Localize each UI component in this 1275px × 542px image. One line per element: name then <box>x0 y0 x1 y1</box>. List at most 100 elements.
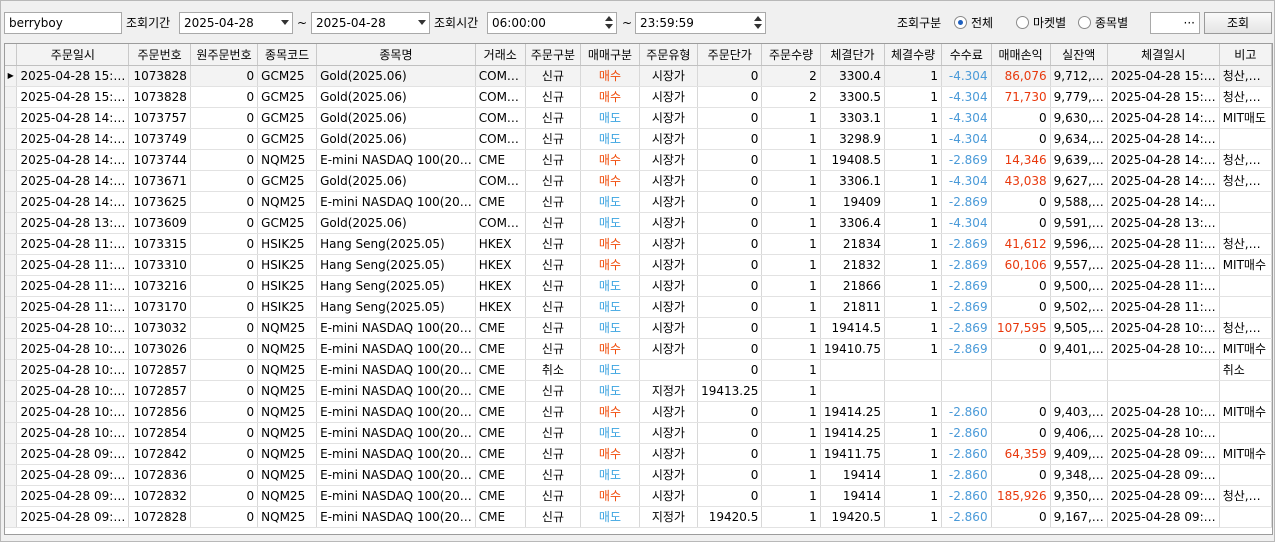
cell-order-type[interactable]: 시장가 <box>639 86 699 108</box>
cell-fee[interactable]: -2.869 <box>941 254 992 276</box>
cell-name[interactable]: Hang Seng(2025.05) <box>316 233 476 255</box>
table-row[interactable]: 2025-04-28 15:… 1073828 0 GCM25 Gold(2025.06… <box>5 86 1272 108</box>
cell-fill-qty[interactable]: 1 <box>884 317 943 339</box>
column-header-order-type[interactable]: 주문유형 <box>639 44 699 66</box>
cell-order-type[interactable]: 시장가 <box>639 233 699 255</box>
cell-symbol[interactable]: NQM25 <box>257 380 318 402</box>
cell-balance[interactable]: 9,591,… <box>1050 212 1108 234</box>
more-icon[interactable]: ··· <box>1184 16 1195 30</box>
cell-fill-time[interactable]: 2025-04-28 14:… <box>1107 149 1220 171</box>
cell-orig-order-no[interactable]: 0 <box>190 401 259 423</box>
cell-symbol[interactable]: NQM25 <box>257 149 318 171</box>
cell-order-qty[interactable]: 1 <box>761 443 821 465</box>
cell-exchange[interactable]: COM… <box>475 212 526 234</box>
cell-order-price[interactable]: 0 <box>697 86 763 108</box>
row-indicator[interactable] <box>5 149 18 171</box>
row-indicator[interactable] <box>5 506 18 528</box>
cell-symbol[interactable]: GCM25 <box>257 86 318 108</box>
cell-fill-price[interactable] <box>820 380 886 402</box>
table-row[interactable]: 2025-04-28 10:… 1073026 0 NQM25 E-mini NASDA… <box>5 338 1272 360</box>
cell-orig-order-no[interactable]: 0 <box>190 233 259 255</box>
cell-side[interactable]: 매수 <box>580 443 640 465</box>
cell-fill-qty[interactable]: 1 <box>884 296 943 318</box>
cell-order-kind[interactable]: 신규 <box>525 317 582 339</box>
cell-pnl[interactable]: 0 <box>991 401 1051 423</box>
cell-fill-time[interactable]: 2025-04-28 11:… <box>1107 275 1220 297</box>
cell-fill-qty[interactable]: 1 <box>884 443 943 465</box>
row-indicator[interactable] <box>5 212 18 234</box>
column-header-side[interactable]: 매매구분 <box>580 44 640 66</box>
cell-order-no[interactable]: 1073315 <box>128 233 191 255</box>
cell-order-qty[interactable]: 1 <box>761 275 821 297</box>
cell-name[interactable]: Gold(2025.06) <box>316 128 476 150</box>
cell-name[interactable]: E-mini NASDAQ 100(20… <box>316 485 476 507</box>
cell-fill-qty[interactable]: 1 <box>884 170 943 192</box>
cell-order-price[interactable]: 0 <box>697 149 763 171</box>
cell-order-price[interactable]: 0 <box>697 485 763 507</box>
column-header-note[interactable]: 비고 <box>1219 44 1272 66</box>
cell-order-qty[interactable]: 2 <box>761 86 821 108</box>
cell-fill-qty[interactable] <box>884 380 943 402</box>
cell-note[interactable]: MIT매수 <box>1219 401 1272 423</box>
cell-orig-order-no[interactable]: 0 <box>190 506 259 528</box>
cell-note[interactable]: 청산,… <box>1219 86 1272 108</box>
cell-order-price[interactable]: 0 <box>697 317 763 339</box>
cell-fill-time[interactable] <box>1107 359 1220 381</box>
cell-note[interactable]: 청산,… <box>1219 317 1272 339</box>
cell-orig-order-no[interactable]: 0 <box>190 65 259 87</box>
search-button[interactable]: 조회 <box>1204 12 1272 34</box>
cell-order-no[interactable]: 1073828 <box>128 86 191 108</box>
cell-order-kind[interactable]: 신규 <box>525 296 582 318</box>
cell-note[interactable]: MIT매수 <box>1219 338 1272 360</box>
cell-balance[interactable]: 9,639,… <box>1050 149 1108 171</box>
cell-note[interactable] <box>1219 191 1272 213</box>
cell-order-qty[interactable]: 1 <box>761 338 821 360</box>
row-indicator[interactable] <box>5 317 18 339</box>
cell-order-qty[interactable]: 1 <box>761 254 821 276</box>
cell-side[interactable]: 매수 <box>580 233 640 255</box>
cell-exchange[interactable]: CME <box>475 443 526 465</box>
cell-name[interactable]: Hang Seng(2025.05) <box>316 296 476 318</box>
cell-fill-time[interactable]: 2025-04-28 13:… <box>1107 212 1220 234</box>
cell-order-no[interactable]: 1072836 <box>128 464 191 486</box>
table-row[interactable]: 2025-04-28 10:… 1073032 0 NQM25 E-mini NASDA… <box>5 317 1272 339</box>
cell-fee[interactable]: -4.304 <box>941 65 992 87</box>
row-indicator[interactable] <box>5 107 18 129</box>
cell-orig-order-no[interactable]: 0 <box>190 317 259 339</box>
cell-pnl[interactable] <box>991 359 1051 381</box>
cell-order-kind[interactable]: 신규 <box>525 401 582 423</box>
cell-fill-qty[interactable]: 1 <box>884 254 943 276</box>
cell-exchange[interactable]: CME <box>475 359 526 381</box>
cell-orig-order-no[interactable]: 0 <box>190 170 259 192</box>
cell-side[interactable]: 매수 <box>580 170 640 192</box>
row-indicator[interactable] <box>5 380 18 402</box>
cell-fill-qty[interactable]: 1 <box>884 107 943 129</box>
row-indicator[interactable] <box>5 401 18 423</box>
cell-side[interactable]: 매수 <box>580 485 640 507</box>
cell-pnl[interactable]: 86,076 <box>991 65 1051 87</box>
cell-fee[interactable]: -2.869 <box>941 296 992 318</box>
cell-order-no[interactable]: 1072832 <box>128 485 191 507</box>
cell-fill-qty[interactable]: 1 <box>884 275 943 297</box>
cell-order-time[interactable]: 2025-04-28 13:… <box>16 212 130 234</box>
cell-order-kind[interactable]: 신규 <box>525 65 582 87</box>
cell-order-time[interactable]: 2025-04-28 10:… <box>16 422 130 444</box>
cell-fill-price[interactable]: 3306.1 <box>820 170 886 192</box>
cell-fill-time[interactable]: 2025-04-28 15:… <box>1107 86 1220 108</box>
cell-orig-order-no[interactable]: 0 <box>190 380 259 402</box>
cell-order-no[interactable]: 1073671 <box>128 170 191 192</box>
cell-order-no[interactable]: 1073625 <box>128 191 191 213</box>
cell-note[interactable]: 청산,… <box>1219 233 1272 255</box>
cell-fee[interactable]: -4.304 <box>941 86 992 108</box>
cell-order-time[interactable]: 2025-04-28 10:… <box>16 401 130 423</box>
cell-order-no[interactable]: 1073026 <box>128 338 191 360</box>
cell-orig-order-no[interactable]: 0 <box>190 422 259 444</box>
cell-fee[interactable]: -2.860 <box>941 485 992 507</box>
cell-order-no[interactable]: 1073216 <box>128 275 191 297</box>
cell-side[interactable]: 매도 <box>580 506 640 528</box>
cell-fee[interactable]: -2.869 <box>941 191 992 213</box>
cell-order-kind[interactable]: 신규 <box>525 107 582 129</box>
cell-pnl[interactable]: 64,359 <box>991 443 1051 465</box>
cell-side[interactable]: 매수 <box>580 338 640 360</box>
cell-fill-qty[interactable]: 1 <box>884 464 943 486</box>
